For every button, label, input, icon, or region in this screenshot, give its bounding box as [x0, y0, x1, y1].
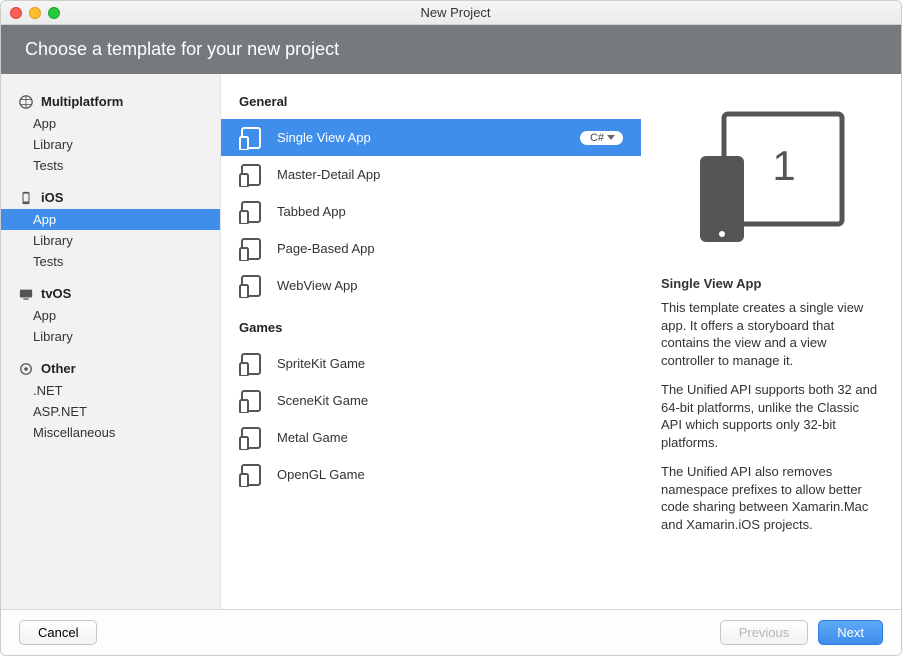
close-icon[interactable] [10, 7, 22, 19]
template-label: Single View App [277, 130, 566, 145]
template-tabbed-app[interactable]: Tabbed App [221, 193, 641, 230]
sidebar-item-library[interactable]: Library [1, 134, 220, 155]
page-title: Choose a template for your new project [1, 25, 901, 74]
sidebar-item-library[interactable]: Library [1, 230, 220, 251]
sidebar: Multiplatform App Library Tests iOS App … [1, 74, 221, 609]
template-metal-game[interactable]: Metal Game [221, 419, 641, 456]
category-tvos[interactable]: tvOS [1, 282, 220, 305]
template-detail: 1 Single View App This template creates … [641, 74, 901, 609]
sidebar-item-tests[interactable]: Tests [1, 251, 220, 272]
template-label: SceneKit Game [277, 393, 623, 408]
category-other[interactable]: Other [1, 357, 220, 380]
template-page-based-app[interactable]: Page-Based App [221, 230, 641, 267]
template-label: SpriteKit Game [277, 356, 623, 371]
category-label: tvOS [41, 286, 71, 301]
content: Multiplatform App Library Tests iOS App … [1, 74, 901, 609]
illustration-digit: 1 [772, 142, 795, 189]
titlebar: New Project [1, 1, 901, 25]
category-label: iOS [41, 190, 63, 205]
group-games: Games [221, 316, 641, 345]
template-spritekit-game[interactable]: SpriteKit Game [221, 345, 641, 382]
category-multiplatform[interactable]: Multiplatform [1, 90, 220, 113]
template-list: General Single View App C# Master-Detail… [221, 74, 641, 609]
detail-paragraph: This template creates a single view app.… [661, 299, 881, 369]
template-label: WebView App [277, 278, 623, 293]
sidebar-item-app[interactable]: App [1, 305, 220, 326]
template-label: Metal Game [277, 430, 623, 445]
template-opengl-game[interactable]: OpenGL Game [221, 456, 641, 493]
template-icon [239, 463, 263, 487]
detail-illustration: 1 [661, 108, 881, 248]
language-badge[interactable]: C# [580, 131, 623, 145]
template-master-detail-app[interactable]: Master-Detail App [221, 156, 641, 193]
template-icon [239, 274, 263, 298]
detail-title: Single View App [661, 276, 881, 291]
sidebar-item-app[interactable]: App [1, 113, 220, 134]
sidebar-item-tests[interactable]: Tests [1, 155, 220, 176]
template-icon [239, 426, 263, 450]
new-project-window: New Project Choose a template for your n… [0, 0, 902, 656]
ios-icon [19, 191, 33, 205]
chevron-down-icon [607, 135, 615, 141]
previous-button[interactable]: Previous [720, 620, 809, 645]
tvos-icon [19, 287, 33, 301]
template-icon [239, 237, 263, 261]
detail-paragraph: The Unified API supports both 32 and 64-… [661, 381, 881, 451]
minimize-icon[interactable] [29, 7, 41, 19]
cancel-button[interactable]: Cancel [19, 620, 97, 645]
template-single-view-app[interactable]: Single View App C# [221, 119, 641, 156]
sidebar-item-library[interactable]: Library [1, 326, 220, 347]
template-icon [239, 163, 263, 187]
template-label: Page-Based App [277, 241, 623, 256]
group-general: General [221, 90, 641, 119]
template-webview-app[interactable]: WebView App [221, 267, 641, 304]
template-scenekit-game[interactable]: SceneKit Game [221, 382, 641, 419]
sidebar-item-app[interactable]: App [1, 209, 220, 230]
template-icon [239, 352, 263, 376]
sidebar-item-aspnet[interactable]: ASP.NET [1, 401, 220, 422]
detail-paragraph: The Unified API also removes namespace p… [661, 463, 881, 533]
category-ios[interactable]: iOS [1, 186, 220, 209]
multiplatform-icon [19, 95, 33, 109]
next-button[interactable]: Next [818, 620, 883, 645]
sidebar-item-misc[interactable]: Miscellaneous [1, 422, 220, 443]
template-label: Tabbed App [277, 204, 623, 219]
template-label: OpenGL Game [277, 467, 623, 482]
category-label: Multiplatform [41, 94, 123, 109]
template-icon [239, 389, 263, 413]
category-label: Other [41, 361, 76, 376]
window-title: New Project [60, 5, 851, 20]
other-icon [19, 362, 33, 376]
maximize-icon[interactable] [48, 7, 60, 19]
sidebar-item-dotnet[interactable]: .NET [1, 380, 220, 401]
template-icon [239, 200, 263, 224]
template-icon [239, 126, 263, 150]
footer: Cancel Previous Next [1, 609, 901, 655]
template-label: Master-Detail App [277, 167, 623, 182]
